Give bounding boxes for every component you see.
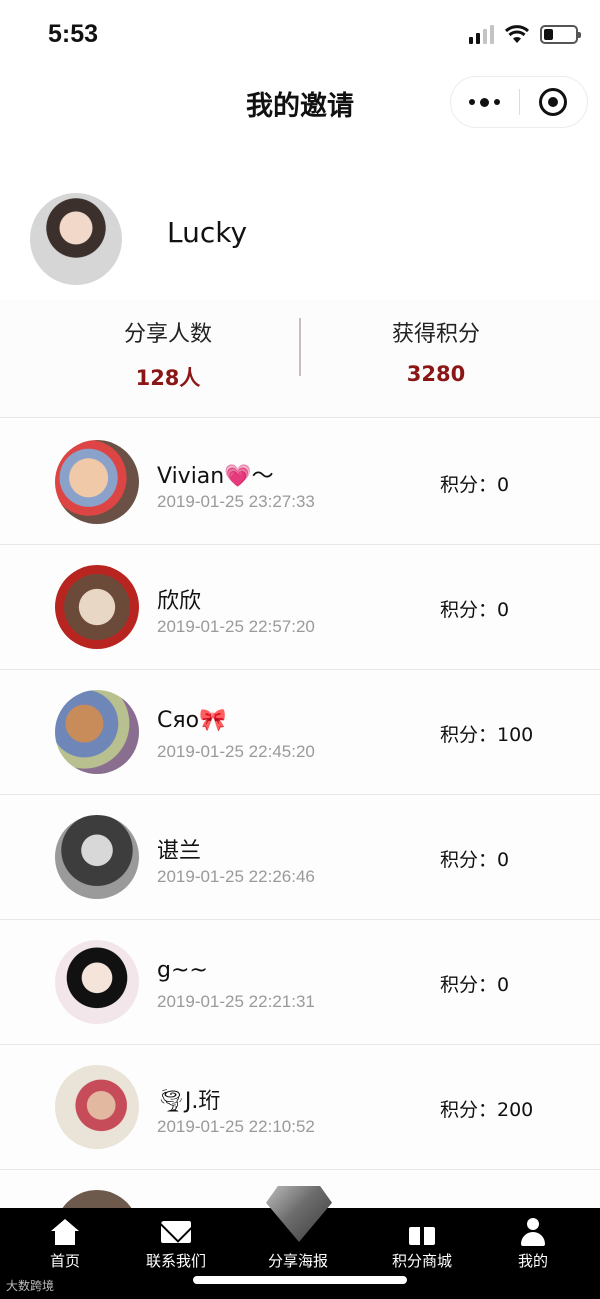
status-icons bbox=[469, 24, 581, 44]
tab-bar: 首页 联系我们 分享海报 积分商城 我的 bbox=[0, 1186, 600, 1299]
person-icon bbox=[520, 1218, 546, 1246]
list-item[interactable]: Cяо🎀 2019-01-25 22:45:20 积分：100 bbox=[0, 670, 600, 795]
wifi-icon bbox=[504, 25, 530, 43]
signal-icon bbox=[469, 24, 494, 44]
share-count-value: 128人 bbox=[135, 366, 201, 390]
avatar bbox=[55, 565, 139, 649]
home-indicator bbox=[193, 1276, 407, 1284]
list-item[interactable]: g~~ 2019-01-25 22:21:31 积分：0 bbox=[0, 920, 600, 1045]
invite-date: 2019-01-25 22:57:20 bbox=[157, 617, 315, 636]
profile-name: Lucky bbox=[167, 216, 248, 249]
mail-icon bbox=[161, 1221, 191, 1243]
invite-date: 2019-01-25 22:21:31 bbox=[157, 992, 315, 1011]
invite-date: 2019-01-25 22:45:20 bbox=[157, 742, 315, 761]
tab-label: 我的 bbox=[517, 1252, 548, 1270]
tab-label: 积分商城 bbox=[391, 1252, 452, 1270]
tab-home[interactable]: 首页 bbox=[15, 1218, 115, 1271]
more-button[interactable] bbox=[451, 77, 519, 127]
invite-date: 2019-01-25 22:26:46 bbox=[157, 867, 315, 886]
status-bar: 5:53 bbox=[0, 0, 600, 72]
invite-points: 积分：0 bbox=[440, 849, 510, 871]
target-icon bbox=[539, 88, 568, 116]
profile-header: Lucky bbox=[0, 180, 600, 290]
mini-program-capsule bbox=[450, 76, 588, 128]
points-stat: 获得积分 3280 bbox=[286, 316, 586, 386]
invite-name: g~~ bbox=[157, 958, 208, 983]
avatar bbox=[55, 440, 139, 524]
share-count-label: 分享人数 bbox=[123, 322, 212, 347]
avatar bbox=[55, 1065, 139, 1149]
invite-name: 欣欣 bbox=[157, 589, 202, 614]
invite-date: 2019-01-25 23:27:33 bbox=[157, 492, 315, 511]
nav-bar: 我的邀请 bbox=[0, 72, 600, 132]
invite-points: 积分：0 bbox=[440, 974, 510, 996]
invite-points: 积分：0 bbox=[440, 599, 510, 621]
diamond-icon[interactable] bbox=[266, 1186, 332, 1242]
avatar bbox=[55, 940, 139, 1024]
invite-points: 积分：200 bbox=[440, 1099, 534, 1121]
avatar bbox=[30, 193, 122, 285]
invite-date: 2019-01-25 22:10:52 bbox=[157, 1117, 315, 1136]
tab-label: 首页 bbox=[49, 1252, 80, 1270]
watermark: 大数跨境 bbox=[6, 1279, 55, 1293]
close-button[interactable] bbox=[520, 77, 588, 127]
points-value: 3280 bbox=[406, 362, 466, 386]
battery-icon bbox=[540, 24, 581, 44]
share-count-stat: 分享人数 128人 bbox=[18, 316, 318, 392]
tab-contact[interactable]: 联系我们 bbox=[126, 1218, 226, 1271]
invite-name: Cяо🎀 bbox=[157, 708, 227, 733]
list-item[interactable]: 🌪J.珩 2019-01-25 22:10:52 积分：200 bbox=[0, 1045, 600, 1170]
avatar bbox=[55, 690, 139, 774]
tab-mine[interactable]: 我的 bbox=[483, 1218, 583, 1271]
list-item[interactable]: 谌兰 2019-01-25 22:26:46 积分：0 bbox=[0, 795, 600, 920]
invite-name: 谌兰 bbox=[157, 839, 202, 864]
list-item[interactable]: Vivian💗～ 2019-01-25 23:27:33 积分：0 bbox=[0, 420, 600, 545]
tab-label: 联系我们 bbox=[145, 1252, 206, 1270]
invite-name: Vivian💗～ bbox=[157, 464, 274, 489]
gift-icon bbox=[409, 1219, 435, 1245]
invite-name: 🌪J.珩 bbox=[157, 1089, 221, 1114]
tab-points-mall[interactable]: 积分商城 bbox=[372, 1218, 472, 1271]
invite-points: 积分：0 bbox=[440, 474, 510, 496]
invite-list: Vivian💗～ 2019-01-25 23:27:33 积分：0 欣欣 201… bbox=[0, 420, 600, 1295]
list-item[interactable]: 欣欣 2019-01-25 22:57:20 积分：0 bbox=[0, 545, 600, 670]
home-icon bbox=[51, 1219, 79, 1245]
points-label: 获得积分 bbox=[391, 322, 480, 347]
stats-panel: 分享人数 128人 获得积分 3280 bbox=[0, 300, 600, 418]
tab-label: 分享海报 bbox=[267, 1252, 328, 1270]
battery-level bbox=[544, 28, 553, 40]
invite-points: 积分：100 bbox=[440, 724, 534, 746]
avatar bbox=[55, 815, 139, 899]
status-time: 5:53 bbox=[48, 20, 99, 48]
